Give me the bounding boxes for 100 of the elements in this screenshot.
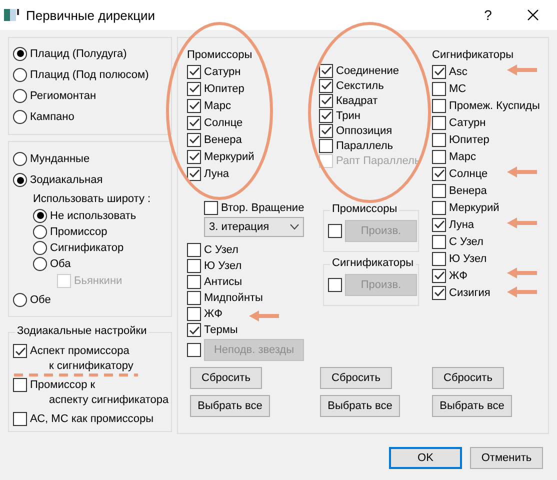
radio-label: Не использовать bbox=[50, 210, 136, 222]
checkbox-label: ЖФ bbox=[449, 270, 468, 282]
help-button[interactable]: ? bbox=[465, 7, 511, 23]
cancel-button[interactable]: Отменить bbox=[470, 447, 543, 469]
checkbox-label: Венера bbox=[449, 184, 487, 196]
radio-button[interactable] bbox=[13, 46, 27, 61]
select-all-button[interactable]: Выбрать все bbox=[432, 395, 512, 417]
checkbox-label: Ю Узел bbox=[449, 252, 487, 264]
radio-button[interactable] bbox=[13, 89, 27, 104]
checkbox-label: Меркурий bbox=[204, 150, 254, 162]
checkbox[interactable] bbox=[187, 307, 201, 321]
checkbox[interactable] bbox=[432, 150, 446, 164]
checkbox-label: Солнце bbox=[204, 116, 243, 128]
radio-button[interactable] bbox=[13, 173, 27, 188]
checkbox-label: С Узел bbox=[449, 236, 484, 248]
checkbox[interactable] bbox=[319, 138, 333, 152]
annotation-arrow bbox=[507, 268, 537, 278]
checkbox[interactable] bbox=[432, 82, 446, 96]
checkbox-label: Сатурн bbox=[449, 116, 486, 128]
checkbox[interactable] bbox=[187, 116, 201, 130]
checkbox[interactable] bbox=[319, 108, 333, 122]
checkbox[interactable] bbox=[204, 200, 218, 214]
checkbox-label: Asc bbox=[449, 66, 468, 78]
radio-label: Зодиакальная bbox=[30, 174, 103, 186]
checkbox-label: С Узел bbox=[204, 244, 238, 256]
checkbox-label: ЖФ bbox=[204, 308, 223, 320]
checkbox-label: Термы bbox=[204, 324, 238, 336]
annotation-arrow bbox=[507, 286, 537, 298]
checkbox[interactable] bbox=[432, 184, 446, 198]
checkbox-label: Солнце bbox=[449, 168, 488, 180]
checkbox[interactable] bbox=[432, 132, 446, 146]
radio-button[interactable] bbox=[13, 110, 27, 124]
checkbox[interactable] bbox=[187, 275, 201, 289]
iteration-dropdown[interactable]: 3. итерация bbox=[204, 217, 304, 237]
radio-button[interactable] bbox=[33, 240, 47, 255]
radio-button[interactable] bbox=[13, 152, 27, 166]
close-icon[interactable] bbox=[527, 9, 539, 21]
checkbox[interactable] bbox=[187, 132, 201, 146]
checkbox[interactable] bbox=[432, 268, 446, 282]
radio-button[interactable] bbox=[33, 224, 47, 239]
checkbox[interactable] bbox=[432, 218, 446, 232]
checkbox[interactable] bbox=[13, 344, 27, 358]
annotation-arrow bbox=[249, 310, 279, 322]
ok-button[interactable]: OK bbox=[389, 447, 462, 469]
checkbox[interactable] bbox=[187, 259, 201, 273]
checkbox-label: Аспект промиссора bbox=[30, 345, 130, 357]
checkbox-label: АС, МС как промиссоры bbox=[30, 413, 154, 425]
checkbox[interactable] bbox=[319, 124, 333, 138]
checkbox[interactable] bbox=[319, 94, 333, 108]
radio-label: Оба bbox=[50, 258, 71, 270]
annotation-arrow bbox=[507, 64, 537, 76]
checkbox[interactable] bbox=[432, 252, 446, 266]
checkbox-label: Втор. Вращение bbox=[221, 202, 304, 214]
checkbox-label: MC bbox=[449, 82, 466, 94]
checkbox-label: Марс bbox=[204, 100, 232, 112]
reset-button[interactable]: Сбросить bbox=[190, 367, 262, 389]
checkbox[interactable] bbox=[319, 64, 333, 78]
checkbox[interactable] bbox=[432, 98, 446, 112]
checkbox[interactable] bbox=[187, 291, 201, 305]
checkbox[interactable] bbox=[319, 78, 333, 92]
checkbox-label: Трин bbox=[336, 110, 360, 122]
checkbox[interactable] bbox=[187, 150, 201, 164]
checkbox[interactable] bbox=[432, 166, 446, 180]
checkbox[interactable] bbox=[187, 82, 201, 96]
checkbox[interactable] bbox=[187, 64, 201, 78]
checkbox-label: Луна bbox=[204, 168, 230, 180]
radio-button[interactable] bbox=[13, 68, 27, 82]
select-all-button[interactable]: Выбрать все bbox=[320, 395, 400, 417]
checkbox[interactable] bbox=[432, 234, 446, 248]
radio-button[interactable] bbox=[33, 208, 47, 223]
checkbox-label: Мидпойнты bbox=[204, 292, 263, 304]
reset-button[interactable]: Сбросить bbox=[432, 367, 504, 389]
checkbox[interactable] bbox=[432, 286, 446, 300]
checkbox[interactable] bbox=[432, 64, 446, 78]
checkbox[interactable] bbox=[187, 243, 201, 257]
radio-button[interactable] bbox=[33, 256, 47, 271]
checkbox[interactable] bbox=[13, 412, 27, 426]
checkbox[interactable] bbox=[13, 378, 27, 392]
reset-button[interactable]: Сбросить bbox=[320, 367, 392, 389]
checkbox-label: Параллель bbox=[336, 140, 393, 152]
group-title: Сигнификаторы bbox=[330, 257, 416, 269]
checkbox-label: Промиссор к bbox=[30, 379, 96, 391]
checkbox-label: Луна bbox=[449, 218, 474, 230]
checkbox-label: Марс bbox=[449, 150, 476, 162]
radio-label: Плацид (Под полюсом) bbox=[30, 68, 149, 81]
checkbox-label: Юпитер bbox=[449, 134, 490, 146]
chevron-down-icon bbox=[290, 224, 299, 230]
radio-button[interactable] bbox=[13, 292, 27, 307]
checkbox-label: Юпитер bbox=[204, 82, 244, 94]
checkbox[interactable] bbox=[432, 116, 446, 130]
checkbox[interactable] bbox=[187, 166, 201, 180]
window-title: Первичные дирекции bbox=[26, 8, 156, 22]
checkbox-label: Соединение bbox=[336, 64, 400, 76]
checkbox[interactable] bbox=[432, 200, 446, 214]
column-title: Промиссоры bbox=[187, 48, 252, 60]
radio-label: Сигнификатор bbox=[50, 242, 124, 254]
checkbox[interactable] bbox=[187, 98, 201, 112]
select-all-button[interactable]: Выбрать все bbox=[190, 395, 270, 417]
checkbox[interactable] bbox=[187, 323, 201, 337]
radio-label: Промиссор bbox=[50, 226, 108, 238]
